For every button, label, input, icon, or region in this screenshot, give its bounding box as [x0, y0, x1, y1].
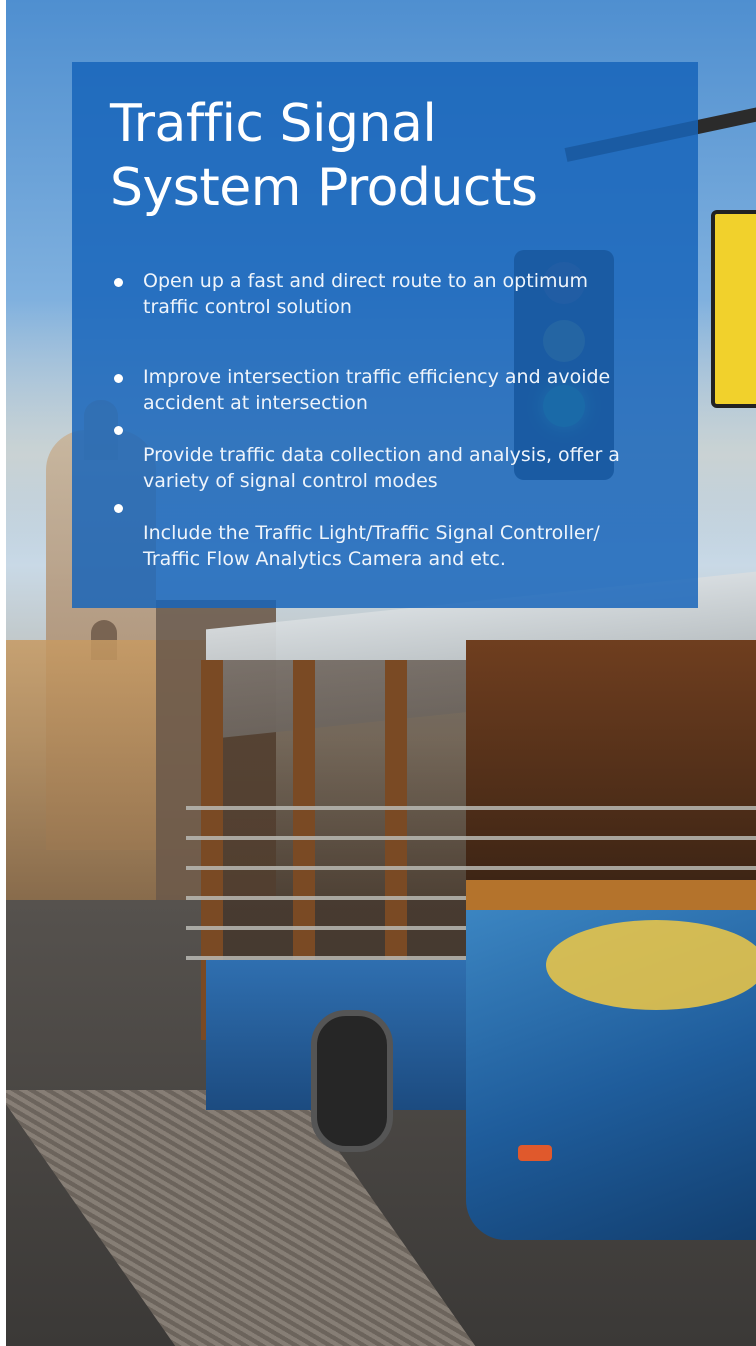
trolley-taillight	[518, 1145, 552, 1161]
feature-text-line: variety of signal control modes	[143, 470, 438, 492]
feature-item: Provide traffic data collection and anal…	[114, 416, 674, 494]
bullet-dot-icon	[114, 504, 123, 513]
street-sign	[711, 210, 756, 408]
feature-item: Improve intersection traffic efficiency …	[114, 364, 674, 416]
feature-item: Open up a fast and direct route to an op…	[114, 268, 674, 320]
feature-text: Include the Traffic Light/Traffic Signal…	[143, 494, 674, 572]
bullet-dot-icon	[114, 278, 123, 287]
feature-text-line: traffic control solution	[143, 296, 352, 318]
title-line-1: Traffic Signal	[110, 94, 437, 154]
feature-text-line: Traffic Flow Analytics Camera and etc.	[143, 548, 506, 570]
feature-item: Include the Traffic Light/Traffic Signal…	[114, 494, 674, 572]
feature-list: Open up a fast and direct route to an op…	[114, 268, 674, 572]
feature-text-line: Include the Traffic Light/Traffic Signal…	[143, 522, 600, 544]
trolley-logo	[546, 920, 756, 1010]
product-info-panel: Traffic Signal System Products Open up a…	[72, 62, 698, 608]
bullet-dot-icon	[114, 426, 123, 435]
feature-text-line: Improve intersection traffic efficiency …	[143, 366, 611, 388]
feature-text-line: Open up a fast and direct route to an op…	[143, 270, 589, 292]
feature-text-line: accident at intersection	[143, 392, 368, 414]
title-line-2: System Products	[110, 158, 538, 218]
feature-text-line: Provide traffic data collection and anal…	[143, 444, 620, 466]
page-title: Traffic Signal System Products	[110, 92, 670, 220]
trolley-wheel	[311, 1010, 393, 1152]
bullet-dot-icon	[114, 374, 123, 383]
feature-text: Provide traffic data collection and anal…	[143, 416, 674, 494]
trolley-stripe	[466, 880, 756, 910]
